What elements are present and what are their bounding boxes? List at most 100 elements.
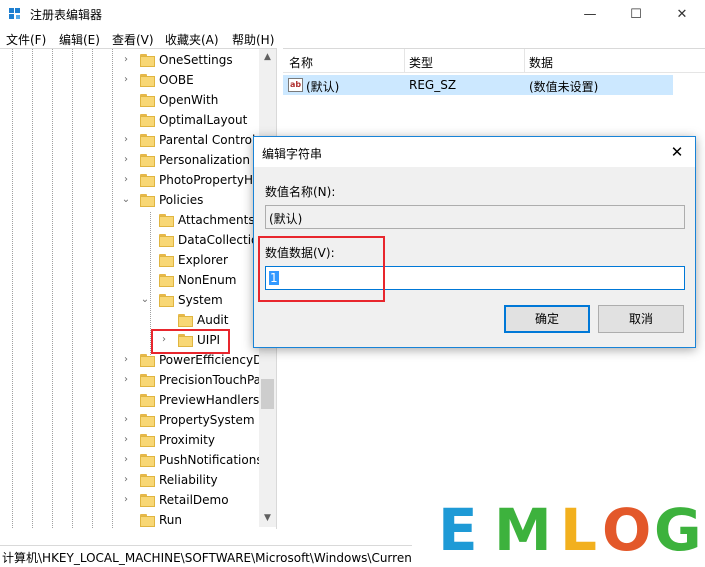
tree-item-system[interactable]: ⌄ System bbox=[0, 291, 258, 311]
chevron-right-icon[interactable]: › bbox=[121, 415, 131, 425]
tree-item-datacollection[interactable]: DataCollection bbox=[0, 231, 266, 251]
menu-help[interactable]: 帮助(H) bbox=[232, 31, 274, 48]
menu-favorites[interactable]: 收藏夹(A) bbox=[165, 31, 219, 48]
folder-icon bbox=[140, 54, 155, 67]
close-button[interactable]: ✕ bbox=[659, 0, 705, 28]
tree-item-parental-controls[interactable]: › Parental Controls bbox=[0, 131, 262, 151]
tree-item-label: Proximity bbox=[159, 433, 215, 447]
column-header-type[interactable]: 类型 bbox=[409, 54, 433, 71]
tree-item-label: Attachments bbox=[178, 213, 255, 227]
emlog-letter: L bbox=[560, 496, 597, 564]
tree-item-optimallayout[interactable]: OptimalLayout bbox=[0, 111, 258, 131]
folder-icon bbox=[140, 134, 155, 147]
tree-item-label: Explorer bbox=[178, 253, 228, 267]
column-divider[interactable] bbox=[404, 49, 405, 73]
tree-item-label: OOBE bbox=[159, 73, 194, 87]
chevron-down-icon[interactable]: ⌄ bbox=[140, 295, 150, 305]
value-type: REG_SZ bbox=[409, 78, 457, 92]
value-name: (默认) bbox=[306, 80, 340, 94]
value-data: (数值未设置) bbox=[529, 80, 599, 94]
tree-item-run[interactable]: Run bbox=[0, 511, 258, 529]
tree-item-oobe[interactable]: › OOBE bbox=[0, 71, 258, 91]
tree-item-label: PreviewHandlers bbox=[159, 393, 260, 407]
chevron-right-icon[interactable]: › bbox=[121, 375, 131, 385]
column-header-name[interactable]: 名称 bbox=[289, 54, 313, 71]
tree-item-label: RetailDemo bbox=[159, 493, 229, 507]
string-value-icon: ab bbox=[288, 78, 303, 92]
tree-item-proximity[interactable]: › Proximity bbox=[0, 431, 258, 451]
column-header-data[interactable]: 数据 bbox=[529, 54, 553, 71]
minimize-button[interactable]: — bbox=[567, 0, 613, 28]
menu-bar: 文件(F) 编辑(E) 查看(V) 收藏夹(A) 帮助(H) bbox=[0, 28, 705, 48]
tree-item-precisiontouchpad[interactable]: › PrecisionTouchPad bbox=[0, 371, 269, 391]
dialog-title-bar[interactable]: 编辑字符串 ✕ bbox=[254, 137, 695, 167]
list-header: 名称 类型 数据 bbox=[283, 49, 705, 73]
emlog-letter: O bbox=[602, 496, 652, 564]
chevron-right-icon[interactable]: › bbox=[121, 475, 131, 485]
tree-item-attachments[interactable]: Attachments bbox=[0, 211, 258, 231]
tree-item-openwith[interactable]: OpenWith bbox=[0, 91, 258, 111]
tree-item-personalization[interactable]: › Personalization bbox=[0, 151, 258, 171]
chevron-right-icon[interactable]: › bbox=[121, 75, 131, 85]
tree-item-onesettings[interactable]: › OneSettings bbox=[0, 51, 258, 71]
emlog-letter: M bbox=[494, 496, 552, 564]
chevron-right-icon[interactable]: › bbox=[121, 455, 131, 465]
chevron-right-icon[interactable]: › bbox=[121, 435, 131, 445]
folder-icon bbox=[140, 434, 155, 447]
ok-button[interactable]: 确定 bbox=[504, 305, 590, 333]
tree-item-retaildemo[interactable]: › RetailDemo bbox=[0, 491, 258, 511]
maximize-button[interactable]: ☐ bbox=[613, 0, 659, 28]
value-name-text: (默认) bbox=[269, 212, 303, 226]
regedit-app-icon bbox=[9, 8, 20, 19]
tree-item-label: System bbox=[178, 293, 223, 307]
chevron-right-icon[interactable]: › bbox=[121, 355, 131, 365]
folder-icon bbox=[140, 94, 155, 107]
tree-item-previewhandlers[interactable]: PreviewHandlers bbox=[0, 391, 260, 411]
tree-item-label: PushNotifications bbox=[159, 453, 263, 467]
tree-item-photopropertyhandler[interactable]: › PhotoPropertyHandler bbox=[0, 171, 276, 191]
dialog-close-button[interactable]: ✕ bbox=[666, 141, 688, 163]
chevron-right-icon[interactable]: › bbox=[121, 495, 131, 505]
chevron-right-icon[interactable]: › bbox=[121, 175, 131, 185]
folder-icon bbox=[178, 314, 193, 327]
chevron-right-icon[interactable]: › bbox=[121, 155, 131, 165]
tree-item-label: NonEnum bbox=[178, 273, 237, 287]
menu-view[interactable]: 查看(V) bbox=[112, 31, 154, 48]
list-item[interactable]: ab (默认) REG_SZ (数值未设置) bbox=[283, 75, 673, 95]
tree-item-label: OptimalLayout bbox=[159, 113, 248, 127]
folder-icon bbox=[159, 294, 174, 307]
column-divider[interactable] bbox=[524, 49, 525, 73]
chevron-right-icon[interactable]: › bbox=[121, 135, 131, 145]
folder-icon bbox=[140, 474, 155, 487]
folder-icon bbox=[140, 394, 155, 407]
tree-item-nonenum[interactable]: NonEnum bbox=[0, 271, 258, 291]
title-bar: 注册表编辑器 — ☐ ✕ bbox=[0, 0, 705, 28]
tree-item-propertysystem[interactable]: › PropertySystem bbox=[0, 411, 258, 431]
cancel-button[interactable]: 取消 bbox=[598, 305, 684, 333]
folder-icon bbox=[140, 114, 155, 127]
scroll-down-arrow-icon[interactable]: ▼ bbox=[259, 510, 276, 527]
scrollbar-thumb[interactable] bbox=[261, 379, 274, 409]
folder-icon bbox=[140, 354, 155, 367]
tree-item-audit[interactable]: Audit bbox=[0, 311, 258, 331]
chevron-down-icon[interactable]: ⌄ bbox=[121, 195, 131, 205]
folder-icon bbox=[140, 514, 155, 527]
tree-item-policies[interactable]: ⌄ Policies bbox=[0, 191, 258, 211]
registry-key-tree[interactable]: › OneSettings › OOBE OpenWith OptimalLay… bbox=[0, 48, 277, 529]
folder-icon bbox=[159, 274, 174, 287]
folder-icon bbox=[140, 414, 155, 427]
tree-item-explorer[interactable]: Explorer bbox=[0, 251, 258, 271]
tree-item-label: Policies bbox=[159, 193, 204, 207]
menu-edit[interactable]: 编辑(E) bbox=[59, 31, 100, 48]
folder-icon bbox=[159, 254, 174, 267]
tree-item-powerefficiencydiagnostics[interactable]: › PowerEfficiencyDiagnostics bbox=[0, 351, 276, 371]
value-name-label: 数值名称(N): bbox=[265, 185, 336, 199]
menu-file[interactable]: 文件(F) bbox=[6, 31, 46, 48]
scroll-up-arrow-icon[interactable]: ▲ bbox=[259, 49, 276, 66]
emlog-letter: E bbox=[438, 496, 478, 564]
chevron-right-icon[interactable]: › bbox=[121, 55, 131, 65]
tree-item-pushnotifications[interactable]: › PushNotifications bbox=[0, 451, 263, 471]
value-name-field: (默认) bbox=[265, 205, 685, 229]
tree-item-reliability[interactable]: › Reliability bbox=[0, 471, 258, 491]
highlight-box-uipi bbox=[151, 329, 230, 354]
